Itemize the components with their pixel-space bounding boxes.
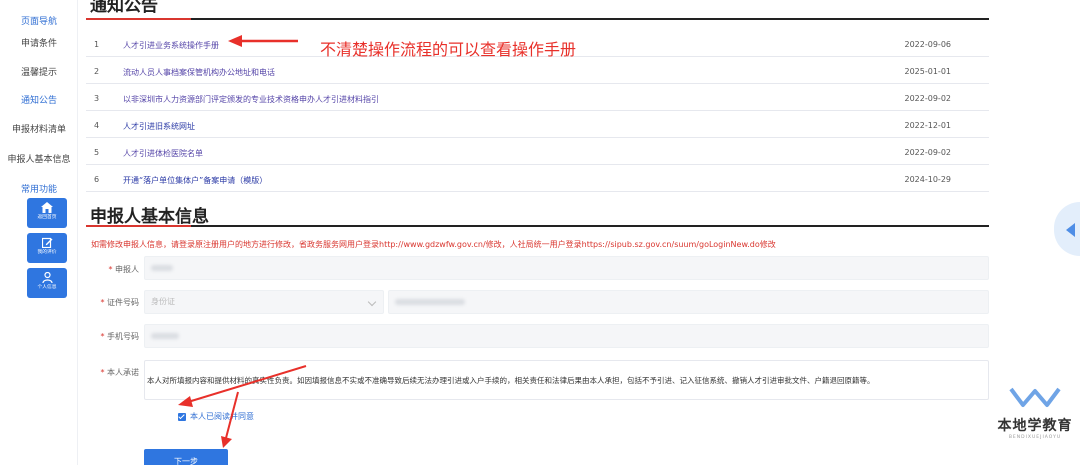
collapse-panel-tab[interactable] [1054,202,1080,256]
chevron-down-icon [367,297,377,307]
edit-info-tip: 如需修改申报人信息，请登录原注册用户的地方进行修改，省政务服务网用户登录http… [91,240,776,249]
profile-button-label: 个人信息 [37,284,57,290]
applicant-name-field[interactable] [144,256,989,280]
home-icon [41,202,53,213]
notice-link[interactable]: 人才引进旧系统网址 [123,121,195,132]
home-button-label: 返回首页 [37,214,57,220]
masked-value [395,298,465,305]
notice-link[interactable]: 以非深圳市人力资源部门评定颁发的专业技术资格申办人才引进材料指引 [123,94,379,105]
notice-date: 2024-10-29 [904,175,952,184]
user-icon [41,272,53,283]
notice-link[interactable]: 流动人员人事档案保管机构办公地址和电话 [123,67,275,78]
agree-checkbox[interactable]: 本人已阅读并同意 [178,411,254,422]
promise-label: * 本人承诺 [100,368,139,377]
sidebar-func-heading: 常用功能 [20,185,57,195]
phone-label: * 手机号码 [100,332,139,341]
watermark: 本地学教育 BENDIXUEJIAOYU [990,385,1080,465]
notice-row: 4 人才引进旧系统网址 2022-12-01 [86,112,989,138]
notice-date: 2022-09-02 [904,148,952,157]
masked-value [151,264,173,271]
notice-number: 4 [94,121,100,130]
sidebar-nav-heading: 页面导航 [20,17,57,27]
watermark-name: 本地学教育 [997,418,1073,434]
id-number-field[interactable] [388,290,989,314]
annotation-text: 不清楚操作流程的可以查看操作手册 [320,40,577,59]
notice-number: 1 [94,40,100,49]
sidebar: 页面导航 申请条件 温馨提示 通知公告 申报材料清单 申报人基本信息 常用功能 … [0,0,78,465]
id-type-select[interactable]: 身份证 [144,290,384,314]
applicant-divider [86,225,989,227]
evaluation-button-label: 我的评价 [37,249,57,255]
id-type-value: 身份证 [151,297,175,306]
sidebar-item-conditions[interactable]: 申请条件 [0,36,78,49]
notices-divider [86,18,989,20]
notice-link[interactable]: 人才引进体检医院名单 [123,148,203,159]
brand-logo-icon [1009,387,1061,407]
notice-row: 6 开通“落户单位集体户”备案申请（模版） 2024-10-29 [86,166,989,192]
notices-title: 通知公告 [90,0,158,16]
agree-label: 本人已阅读并同意 [190,412,254,421]
applicant-title: 申报人基本信息 [90,207,209,227]
notice-number: 3 [94,94,100,103]
notice-date: 2025-01-01 [904,67,952,76]
applicant-name-label: * 申报人 [108,265,139,274]
checkbox-checked-icon [178,412,186,421]
main-content: 通知公告 1 人才引进业务系统操作手册 2022-09-06 2 流动人员人事档… [86,0,996,465]
notice-date: 2022-09-06 [904,40,952,49]
notice-number: 2 [94,67,100,76]
sidebar-item-materials[interactable]: 申报材料清单 [0,122,78,135]
home-button[interactable]: 返回首页 [27,198,67,228]
notice-number: 6 [94,175,100,184]
profile-button[interactable]: 个人信息 [27,268,67,298]
evaluation-button[interactable]: 我的评价 [27,233,67,263]
phone-field[interactable] [144,324,989,348]
sidebar-item-tips[interactable]: 温馨提示 [0,65,78,78]
notice-date: 2022-09-02 [904,94,952,103]
sidebar-item-applicant-info[interactable]: 申报人基本信息 [0,152,78,165]
notice-number: 5 [94,148,100,157]
notice-row: 5 人才引进体检医院名单 2022-09-02 [86,139,989,165]
promise-text: 本人对所填报内容和提供材料的真实性负责。如因填报信息不实或不准确导致后续无法办理… [144,360,989,400]
notice-row: 3 以非深圳市人力资源部门评定颁发的专业技术资格申办人才引进材料指引 2022-… [86,85,989,111]
notice-link[interactable]: 人才引进业务系统操作手册 [123,40,219,51]
next-step-button[interactable]: 下一步 [144,449,228,465]
notice-link[interactable]: 开通“落户单位集体户”备案申请（模版） [123,175,267,186]
sidebar-item-notices[interactable]: 通知公告 [0,93,78,106]
id-number-label: * 证件号码 [100,298,139,307]
watermark-sub: BENDIXUEJIAOYU [1008,435,1062,440]
notice-date: 2022-12-01 [904,121,952,130]
notice-row: 2 流动人员人事档案保管机构办公地址和电话 2025-01-01 [86,58,989,84]
edit-icon [41,237,52,248]
masked-value [151,332,179,339]
